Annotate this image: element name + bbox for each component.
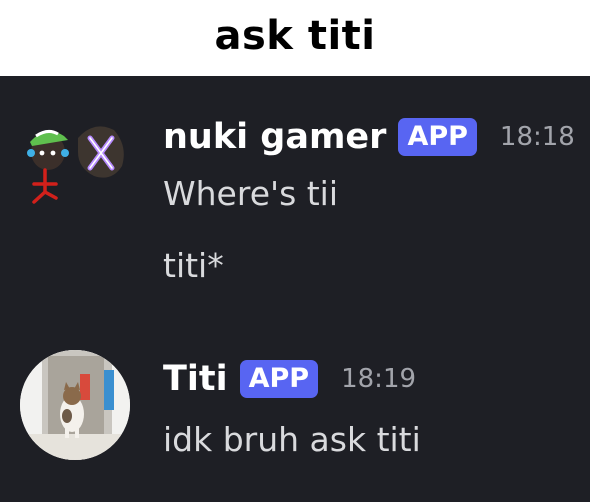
avatar-nuki-gamer[interactable] xyxy=(20,112,130,222)
chat-view: nuki gamer APP 18:18 Where's tii titi* T… xyxy=(0,76,590,502)
timestamp[interactable]: 18:19 xyxy=(341,366,416,392)
message-text: Where's tii xyxy=(163,174,339,213)
message-header: Titi APP 18:19 xyxy=(163,354,416,404)
username[interactable]: nuki gamer xyxy=(163,119,386,155)
timestamp[interactable]: 18:18 xyxy=(500,124,575,150)
username[interactable]: Titi xyxy=(163,361,228,397)
app-badge: APP xyxy=(398,118,477,156)
avatar-image xyxy=(20,350,130,460)
meme-caption: ask titi xyxy=(214,13,376,59)
avatar-titi[interactable] xyxy=(20,350,130,460)
message-header: nuki gamer APP 18:18 xyxy=(163,112,575,162)
app-badge: APP xyxy=(239,360,319,398)
avatar-image xyxy=(27,126,124,204)
message-text: titi* xyxy=(163,246,224,285)
meme-caption-bar: ask titi xyxy=(0,0,590,76)
message-text: idk bruh ask titi xyxy=(163,420,421,459)
